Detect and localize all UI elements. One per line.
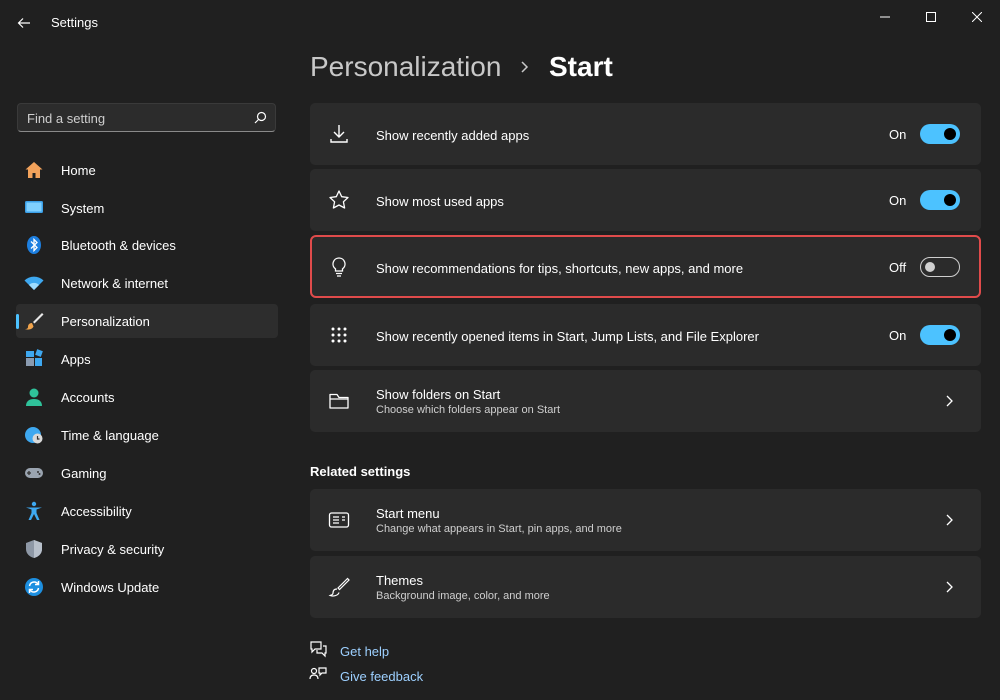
shield-icon: [26, 540, 42, 558]
setting-subtitle: Choose which folders appear on Start: [376, 404, 561, 416]
home-icon: [25, 162, 43, 178]
setting-title: Show most used apps: [376, 194, 504, 209]
sidebar-item-accessibility[interactable]: Accessibility: [16, 494, 278, 528]
minimize-button[interactable]: [862, 6, 908, 28]
toggle-state-label: On: [889, 328, 907, 343]
update-icon: [25, 578, 43, 596]
setting-recently-opened-items[interactable]: Show recently opened items in Start, Jum…: [310, 304, 981, 366]
toggle-knob: [944, 329, 956, 341]
setting-title: Show recommendations for tips, shortcuts…: [376, 261, 744, 276]
sidebar-item-windows-update[interactable]: Windows Update: [16, 570, 278, 604]
minimize-icon: [880, 16, 890, 18]
maximize-icon: [926, 12, 936, 22]
breadcrumb-parent[interactable]: Personalization: [310, 51, 501, 83]
toggle-state-label: Off: [889, 260, 907, 275]
maximize-button[interactable]: [908, 6, 954, 28]
related-themes[interactable]: Themes Background image, color, and more: [310, 556, 981, 618]
setting-title: Show folders on Start: [376, 387, 501, 402]
search-icon[interactable]: [254, 111, 267, 124]
folder-icon: [329, 393, 349, 409]
toggle-state-label: On: [889, 127, 907, 142]
sidebar-item-time-language[interactable]: Time & language: [16, 418, 278, 452]
chevron-right-icon: [946, 395, 953, 407]
download-icon: [330, 125, 348, 143]
sidebar-item-system[interactable]: System: [16, 191, 278, 225]
sidebar-item-personalization[interactable]: Personalization: [16, 304, 278, 338]
sidebar-item-gaming[interactable]: Gaming: [16, 456, 278, 490]
chevron-right-icon: [521, 61, 529, 73]
back-button[interactable]: [10, 10, 38, 36]
page-title: Start: [549, 51, 613, 82]
sidebar-item-network[interactable]: Network & internet: [16, 266, 278, 300]
related-start-menu[interactable]: Start menu Change what appears in Start,…: [310, 489, 981, 551]
back-arrow-icon: [17, 18, 30, 28]
setting-subtitle: Change what appears in Start, pin apps, …: [376, 523, 622, 535]
gamepad-icon: [25, 468, 43, 478]
wifi-icon: [24, 276, 44, 290]
star-icon: [329, 190, 349, 209]
grid-icon: [331, 327, 347, 343]
setting-folders-on-start[interactable]: Show folders on Start Choose which folde…: [310, 370, 981, 432]
sidebar-item-apps[interactable]: Apps: [16, 342, 278, 376]
brush-icon: [25, 313, 44, 330]
brush-icon: [328, 577, 350, 597]
setting-title: Show recently added apps: [376, 128, 530, 143]
toggle-state-label: On: [889, 193, 907, 208]
setting-title: Show recently opened items in Start, Jum…: [376, 329, 759, 344]
section-heading: Related settings: [310, 464, 411, 479]
toggle-switch[interactable]: [920, 124, 960, 144]
help-icon: [310, 641, 327, 658]
active-indicator: [16, 314, 19, 329]
search-input[interactable]: [27, 109, 242, 127]
setting-recommendations[interactable]: Show recommendations for tips, shortcuts…: [310, 236, 981, 298]
bluetooth-icon: [27, 236, 41, 254]
accessibility-icon: [26, 501, 42, 520]
setting-most-used-apps[interactable]: Show most used apps On: [310, 169, 981, 231]
app-title: Settings: [51, 15, 98, 30]
search-box[interactable]: [17, 103, 276, 132]
setting-title: Start menu: [376, 506, 440, 521]
chevron-right-icon: [946, 581, 953, 593]
sidebar-item-accounts[interactable]: Accounts: [16, 380, 278, 414]
setting-recently-added-apps[interactable]: Show recently added apps On: [310, 103, 981, 165]
setting-title: Themes: [376, 573, 423, 588]
give-feedback-link[interactable]: Give feedback: [340, 669, 423, 684]
sidebar-item-privacy[interactable]: Privacy & security: [16, 532, 278, 566]
toggle-knob: [944, 128, 956, 140]
toggle-switch[interactable]: [920, 257, 960, 277]
close-button[interactable]: [954, 6, 1000, 28]
chevron-right-icon: [946, 514, 953, 526]
sidebar-item-home[interactable]: Home: [16, 153, 278, 187]
toggle-switch[interactable]: [920, 190, 960, 210]
lightbulb-icon: [332, 257, 346, 277]
apps-icon: [26, 349, 43, 366]
toggle-knob: [944, 194, 956, 206]
system-icon: [25, 201, 43, 213]
globe-clock-icon: [25, 427, 43, 444]
close-icon: [972, 12, 982, 22]
sidebar-item-bluetooth[interactable]: Bluetooth & devices: [16, 228, 278, 262]
person-icon: [26, 388, 42, 406]
toggle-switch[interactable]: [920, 325, 960, 345]
title-bar: Settings: [0, 0, 1000, 46]
toggle-knob: [925, 262, 935, 272]
start-menu-icon: [328, 512, 350, 528]
setting-subtitle: Background image, color, and more: [376, 590, 550, 602]
get-help-link[interactable]: Get help: [340, 644, 389, 659]
feedback-icon: [309, 667, 327, 680]
